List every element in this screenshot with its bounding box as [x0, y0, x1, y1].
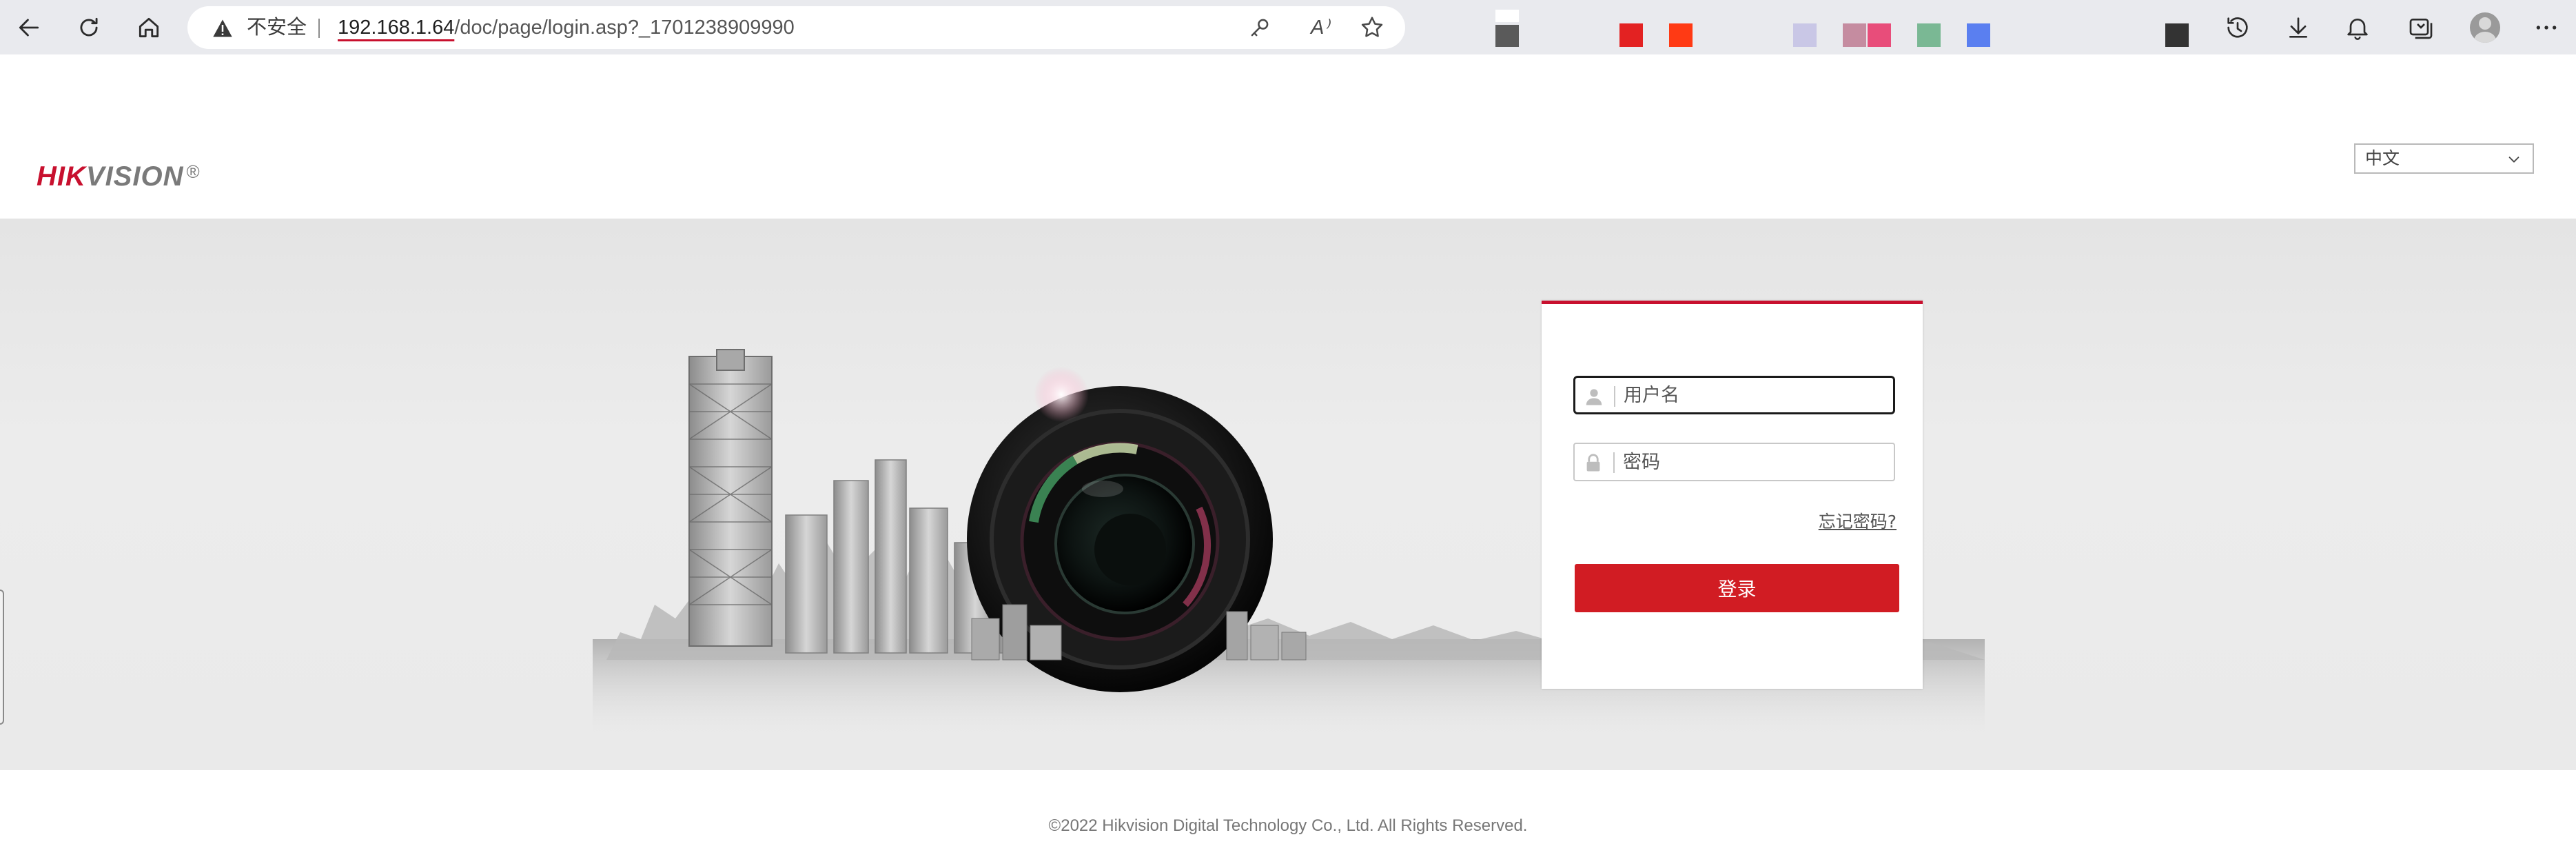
city-camera-illustration	[593, 349, 1985, 743]
user-icon	[1586, 389, 1602, 405]
collections-icon	[2409, 19, 2433, 39]
username-field[interactable]	[1573, 376, 1895, 414]
star-icon	[1361, 17, 1383, 37]
hero-banner	[0, 219, 2576, 770]
favorite-button[interactable]	[1359, 14, 1387, 42]
more-menu-button[interactable]	[2529, 10, 2564, 45]
bell-icon	[2347, 19, 2368, 40]
bookmark-favicon[interactable]	[1619, 23, 1643, 47]
refresh-icon	[80, 17, 98, 37]
history-icon	[2227, 17, 2248, 38]
home-icon	[139, 17, 159, 38]
security-label[interactable]: 不安全	[247, 6, 307, 49]
bookmark-favicon[interactable]	[1793, 23, 1817, 47]
home-button[interactable]	[127, 7, 171, 48]
notifications-button[interactable]	[2340, 10, 2375, 45]
url-path: /doc/page/login.asp?_1701238909990	[454, 17, 795, 39]
bookmark-favicon[interactable]	[1495, 10, 1519, 22]
field-divider	[1614, 386, 1615, 407]
key-icon	[1251, 19, 1269, 37]
username-input[interactable]	[1624, 378, 1885, 412]
copyright-footer: ©2022 Hikvision Digital Technology Co., …	[1048, 816, 1528, 835]
logo-red-part: HIK	[37, 161, 86, 192]
bookmark-favicon[interactable]	[1917, 23, 1941, 47]
bookmark-favicon[interactable]	[1669, 23, 1693, 47]
logo-registered-mark: ®	[186, 161, 201, 182]
logo-gray-part: VISION	[85, 161, 184, 192]
side-edge-handle[interactable]	[0, 590, 4, 725]
download-icon	[2289, 17, 2307, 38]
login-button[interactable]: 登录	[1575, 564, 1899, 612]
profile-avatar[interactable]	[2470, 12, 2500, 43]
password-field[interactable]	[1573, 443, 1895, 481]
lock-icon	[1586, 454, 1600, 472]
address-bar[interactable]: 不安全 192.168.1.64/doc/page/login.asp?_170…	[187, 6, 1405, 49]
bookmark-favicon[interactable]	[1843, 23, 1866, 47]
bookmark-favicon[interactable]	[1868, 23, 1891, 47]
hikvision-logo: HIKVISION ®	[37, 161, 201, 192]
page-header: HIKVISION ® 中文	[0, 54, 2576, 219]
login-panel: 忘记密码? 登录	[1542, 301, 1923, 689]
language-select[interactable]: 中文	[2354, 143, 2534, 174]
bookmark-favicon[interactable]	[1967, 23, 1990, 47]
warning-icon	[213, 19, 232, 37]
password-input[interactable]	[1623, 444, 1885, 480]
back-arrow-icon	[19, 19, 39, 37]
address-divider	[318, 19, 320, 38]
password-key-button[interactable]	[1247, 14, 1274, 42]
url-host: 192.168.1.64	[338, 17, 455, 39]
chevron-down-icon	[2508, 157, 2519, 163]
history-button[interactable]	[2220, 10, 2255, 45]
bookmark-favicon[interactable]	[2165, 23, 2189, 47]
language-value: 中文	[2365, 149, 2400, 168]
field-divider	[1613, 452, 1615, 473]
downloads-button[interactable]	[2281, 10, 2316, 45]
back-button[interactable]	[7, 7, 51, 48]
read-aloud-button[interactable]: A⁾	[1311, 6, 1329, 49]
url-text[interactable]: 192.168.1.64/doc/page/login.asp?_1701238…	[338, 6, 795, 49]
browser-toolbar: 不安全 192.168.1.64/doc/page/login.asp?_170…	[0, 0, 2576, 54]
more-dots-icon	[2536, 26, 2557, 30]
collections-button[interactable]	[2404, 10, 2438, 45]
forgot-password-link[interactable]: 忘记密码?	[1819, 508, 1897, 533]
bookmark-favicon[interactable]	[1495, 25, 1519, 47]
refresh-button[interactable]	[67, 7, 111, 48]
